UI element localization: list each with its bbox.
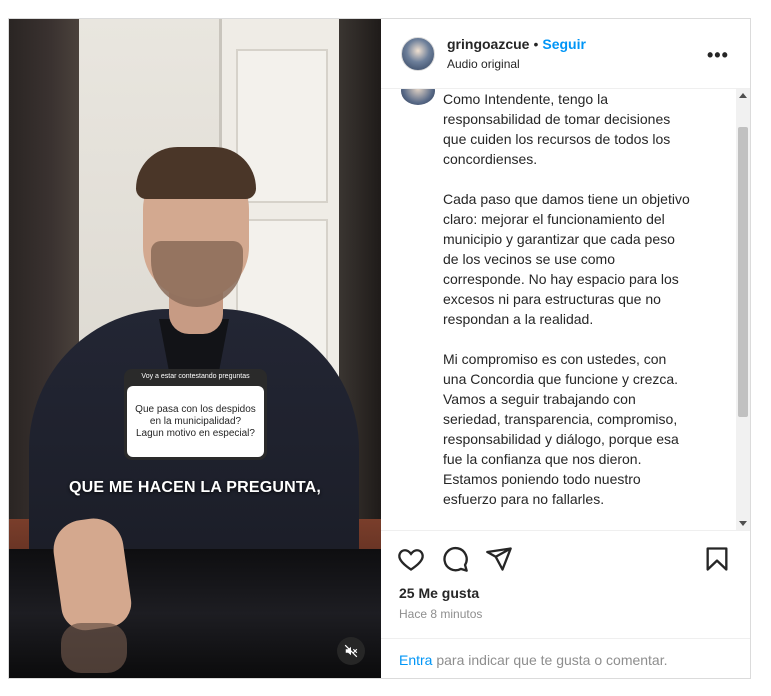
- post-timestamp[interactable]: Hace 8 minutos: [399, 607, 482, 621]
- scrollbar-thumb[interactable]: [738, 127, 748, 417]
- login-prompt: Entra para indicar que te gusta o coment…: [381, 638, 750, 678]
- follow-button[interactable]: Seguir: [542, 36, 586, 52]
- post-description: Como Intendente, tengo la responsabilida…: [443, 91, 690, 507]
- likes-count[interactable]: 25 Me gusta: [399, 585, 479, 601]
- post-modal: Voy a estar contestando preguntas Que pa…: [8, 18, 751, 679]
- hand-reflection: [61, 623, 127, 673]
- share-icon[interactable]: [485, 545, 513, 573]
- bookmark-icon[interactable]: [703, 545, 731, 573]
- speaker-muted-icon: [344, 644, 358, 658]
- audio-label[interactable]: Audio original: [447, 57, 520, 71]
- scroll-down-arrow-icon[interactable]: [739, 521, 747, 526]
- more-options-button[interactable]: •••: [707, 45, 729, 66]
- post-header: gringoazcue • Seguir Audio original •••: [381, 19, 750, 89]
- scrollbar[interactable]: [736, 89, 750, 530]
- sticker-question: Que pasa con los despidos en la municipa…: [127, 386, 264, 457]
- person-hair: [136, 147, 256, 199]
- video-caption: QUE ME HACEN LA PREGUNTA,: [68, 479, 322, 496]
- comment-icon[interactable]: [441, 545, 469, 573]
- scroll-up-arrow-icon[interactable]: [739, 93, 747, 98]
- login-prompt-text: Entra para indicar que te gusta o coment…: [399, 652, 668, 668]
- post-actions: 25 Me gusta Hace 8 minutos Entra para in…: [381, 530, 750, 678]
- login-link[interactable]: Entra: [399, 652, 432, 668]
- comments-area: Como Intendente, tengo la responsabilida…: [381, 89, 736, 530]
- sticker-title: Voy a estar contestando preguntas: [141, 373, 250, 380]
- video-player[interactable]: Voy a estar contestando preguntas Que pa…: [9, 19, 381, 678]
- separator-dot: •: [533, 36, 539, 52]
- username-link[interactable]: gringoazcue: [447, 36, 529, 52]
- question-sticker: Voy a estar contestando preguntas Que pa…: [124, 369, 267, 460]
- mute-button[interactable]: [337, 637, 365, 665]
- description-avatar[interactable]: [401, 89, 435, 105]
- action-icons: [397, 545, 737, 575]
- heart-icon[interactable]: [397, 545, 425, 573]
- user-line: gringoazcue • Seguir: [447, 36, 586, 52]
- avatar[interactable]: [401, 37, 435, 71]
- login-prompt-rest: para indicar que te gusta o comentar.: [432, 652, 668, 668]
